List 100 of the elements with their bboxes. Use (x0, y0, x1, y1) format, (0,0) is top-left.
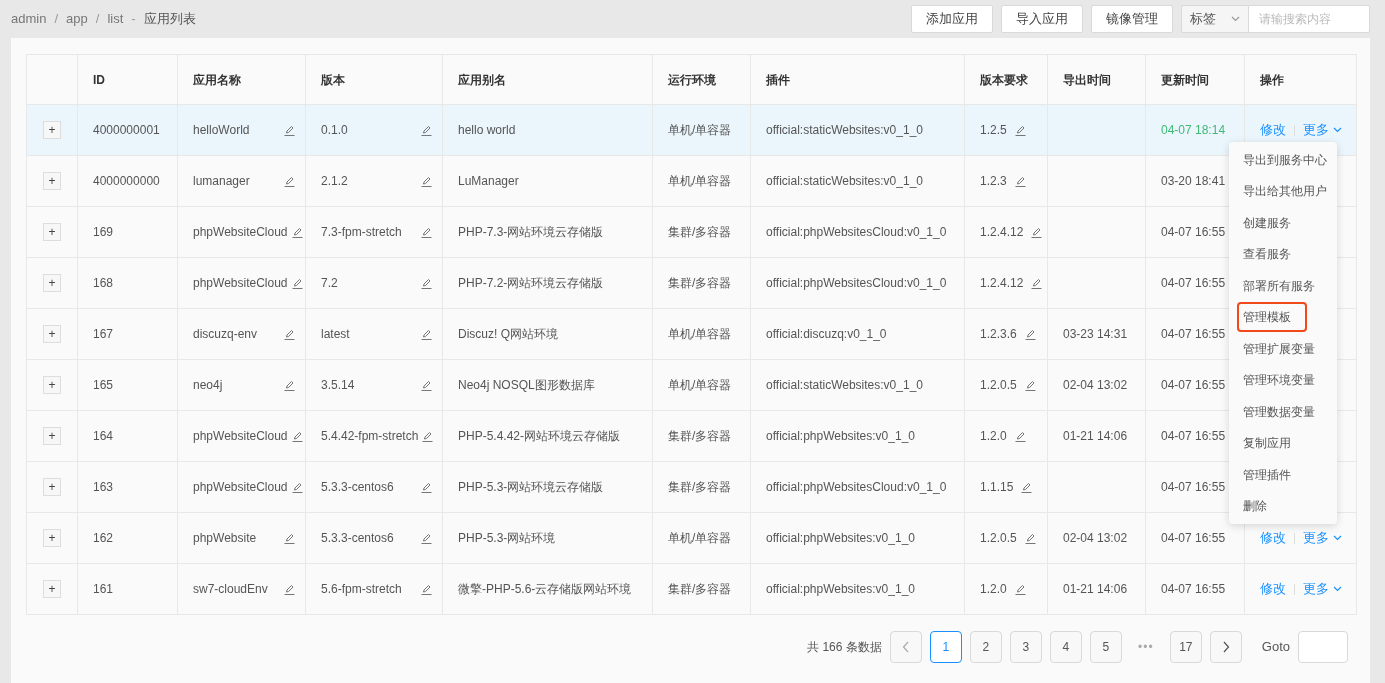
ellipsis: ••• (1137, 639, 1155, 656)
edit-icon (421, 379, 432, 391)
expand-button[interactable]: + (43, 325, 61, 343)
menu-item[interactable]: 部署所有服务 (1237, 270, 1321, 301)
table-cell: PHP-5.4.42-网站环境云存储版 (442, 410, 653, 462)
table-cell: LuManager (442, 155, 653, 207)
table-cell: official:staticWebsites:v0_1_0 (750, 155, 965, 207)
edit-icon (284, 532, 295, 544)
edit-icon (291, 277, 303, 289)
table-cell: 04-07 16:55 (1161, 582, 1226, 596)
expand-button[interactable]: + (43, 223, 61, 241)
table-cell: 162 (77, 512, 178, 564)
table-cell: PHP-7.2-网站环境云存储版 (442, 257, 653, 309)
table-cell-text: discuzq-env (193, 326, 258, 343)
table-cell-text: 5.4.42-fpm-stretch (321, 428, 419, 445)
menu-item[interactable]: 创建服务 (1237, 207, 1297, 238)
edit-icon (284, 175, 295, 187)
edit-icon (421, 583, 432, 595)
column-header: 应用别名 (442, 54, 653, 105)
table-cell: 单机/单容器 (652, 155, 751, 207)
table-cell: 04-07 16:55 (1161, 225, 1226, 239)
expand-button[interactable]: + (43, 427, 61, 445)
menu-item[interactable]: 删除 (1237, 491, 1273, 522)
page-button[interactable]: 4 (1049, 631, 1082, 663)
column-header: 版本 (305, 54, 443, 105)
column-header: 操作 (1244, 54, 1357, 105)
breadcrumb-link[interactable]: app (66, 9, 88, 29)
table-cell: 02-04 13:02 (1063, 378, 1128, 392)
edit-icon (284, 583, 295, 595)
table-cell-text: 1.2.5 (980, 122, 1007, 139)
page-button[interactable]: 17 (1169, 631, 1202, 663)
table-cell-text: latest (321, 326, 350, 343)
breadcrumb-link[interactable]: admin (11, 9, 47, 29)
menu-item[interactable]: 复制应用 (1237, 428, 1297, 459)
table-cell: 04-07 16:55 (1161, 531, 1226, 545)
table-cell-text: helloWorld (193, 122, 250, 139)
page-button[interactable]: 5 (1089, 631, 1122, 663)
table-cell-text: 5.3.3-centos6 (321, 530, 394, 547)
chevron-right-icon (1221, 641, 1230, 653)
expand-button[interactable]: + (43, 274, 61, 292)
expand-button[interactable]: + (43, 580, 61, 598)
table-cell-text: 1.2.0 (980, 581, 1007, 598)
breadcrumb-separator: - (131, 10, 136, 29)
edit-icon (421, 277, 432, 289)
toolbar-button[interactable]: 添加应用 (911, 5, 993, 33)
expand-button[interactable]: + (43, 529, 61, 547)
expand-button[interactable]: + (43, 172, 61, 190)
goto-field[interactable] (1298, 631, 1348, 663)
table-cell: 04-07 18:14 (1161, 123, 1226, 137)
tag-select[interactable]: 标签 (1181, 5, 1248, 33)
page-button[interactable]: 3 (1009, 631, 1042, 663)
chevron-down-icon (1333, 535, 1342, 541)
menu-item[interactable]: 管理扩展变量 (1237, 333, 1321, 364)
edit-icon (421, 124, 432, 136)
table-cell-text: 5.3.3-centos6 (321, 479, 394, 496)
page-button[interactable]: 2 (969, 631, 1002, 663)
table-cell-text: 1.2.3.6 (980, 326, 1017, 343)
menu-item[interactable]: 导出到服务中心 (1237, 144, 1333, 175)
edit-icon (1021, 481, 1033, 493)
menu-item[interactable]: 管理插件 (1237, 459, 1297, 490)
table-cell: PHP-5.3-网站环境 (442, 512, 653, 564)
table-cell-text: 1.2.0.5 (980, 530, 1017, 547)
table-cell-text: 0.1.0 (321, 122, 348, 139)
edit-icon (1014, 124, 1026, 136)
edit-icon (1031, 226, 1043, 238)
table-cell: 04-07 16:55 (1161, 378, 1226, 392)
breadcrumb-link[interactable]: list (107, 9, 124, 29)
previous-page-button[interactable] (889, 631, 922, 663)
menu-item[interactable]: 导出给其他用户 (1237, 176, 1333, 207)
edit-icon (421, 226, 432, 238)
table-cell-text: 1.2.0 (980, 428, 1007, 445)
table-cell: 微擎-PHP-5.6-云存储版网站环境 (442, 563, 653, 615)
table-cell: 168 (77, 257, 178, 309)
menu-item[interactable]: 管理模板 (1237, 302, 1307, 333)
column-header: 导出时间 (1047, 54, 1146, 105)
toolbar-button[interactable]: 镜像管理 (1091, 5, 1173, 33)
search-field[interactable]: 请输搜索内容 (1248, 5, 1370, 33)
table-cell: 单机/单容器 (652, 512, 751, 564)
expand-button[interactable]: + (43, 121, 61, 139)
next-page-button[interactable] (1209, 631, 1242, 663)
table-cell: 04-07 16:55 (1161, 429, 1226, 443)
table-cell: 161 (77, 563, 178, 615)
menu-item[interactable]: 查看服务 (1237, 239, 1297, 270)
table-cell-text: phpWebsiteCloud (193, 275, 288, 292)
menu-item[interactable]: 管理数据变量 (1237, 396, 1321, 427)
chevron-down-icon (1333, 586, 1342, 592)
table-cell-text: 1.2.4.12 (980, 275, 1024, 292)
edit-icon (284, 379, 295, 391)
table-cell: 02-04 13:02 (1063, 531, 1128, 545)
expand-button[interactable]: + (43, 478, 61, 496)
table-cell: 01-21 14:06 (1063, 582, 1128, 596)
table-cell: 04-07 16:55 (1161, 327, 1226, 341)
page-title: 应用列表 (143, 10, 196, 29)
table-cell: 集群/多容器 (652, 257, 751, 309)
menu-item[interactable]: 管理环境变量 (1237, 365, 1321, 396)
table-cell: official:phpWebsitesCloud:v0_1_0 (750, 206, 965, 258)
expand-button[interactable]: + (43, 376, 61, 394)
table-cell: 集群/多容器 (652, 410, 751, 462)
toolbar-button[interactable]: 导入应用 (1001, 5, 1083, 33)
column-header: 应用名称 (177, 54, 306, 105)
